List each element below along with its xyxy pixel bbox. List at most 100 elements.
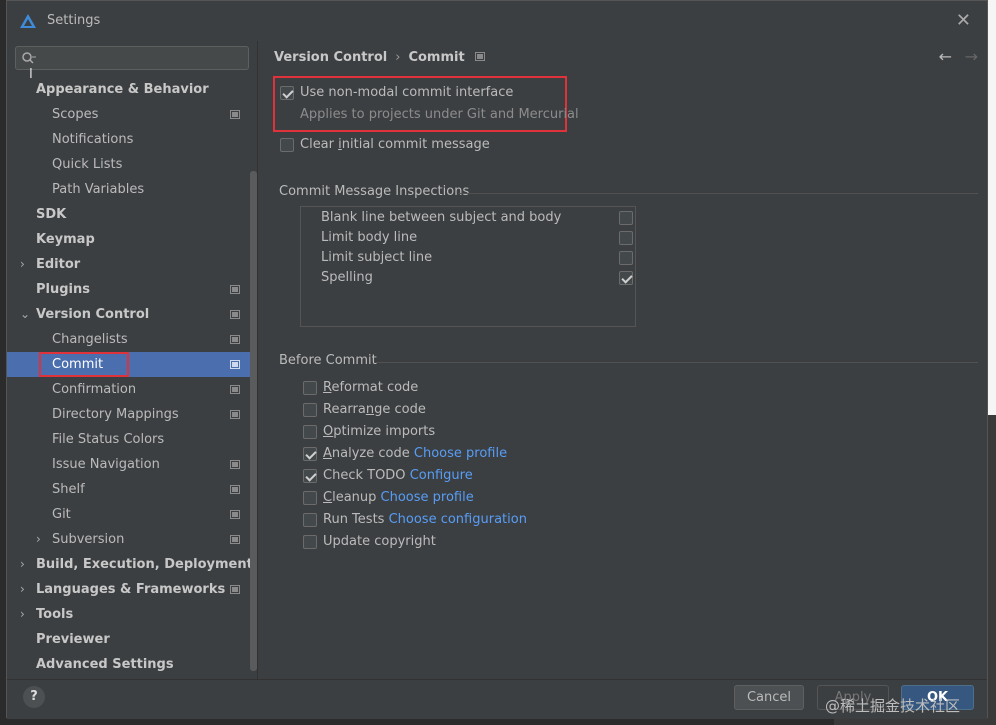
sidebar-item-keymap[interactable]: Keymap: [7, 227, 257, 252]
breadcrumb-parent[interactable]: Version Control: [274, 50, 387, 65]
inspection-row[interactable]: Blank line between subject and body: [321, 208, 633, 228]
chevron-right-icon[interactable]: ›: [20, 552, 25, 577]
inspection-label: Spelling: [321, 270, 373, 285]
sidebar-item-plugins[interactable]: Plugins: [7, 277, 257, 302]
help-button[interactable]: ?: [23, 686, 45, 708]
inspection-label: Blank line between subject and body: [321, 210, 562, 225]
sidebar-item-tools[interactable]: › Tools: [7, 602, 257, 627]
close-icon[interactable]: ✕: [956, 10, 971, 31]
sidebar-item-label: Editor: [36, 257, 81, 272]
configure-link[interactable]: Choose profile: [414, 446, 507, 461]
sidebar-item-appearance-behavior[interactable]: Appearance & Behavior: [7, 77, 257, 102]
sidebar-item-label: Confirmation: [52, 382, 137, 397]
inspection-row[interactable]: Limit body line: [321, 228, 633, 248]
sidebar-item-shelf[interactable]: Shelf: [7, 477, 257, 502]
project-scope-icon: [230, 335, 240, 344]
sidebar-item-label: Directory Mappings: [52, 407, 179, 422]
before-commit-checkbox[interactable]: [303, 425, 317, 439]
inspection-row[interactable]: Limit subject line: [321, 248, 633, 268]
project-scope-icon: [474, 52, 485, 61]
inspection-checkbox[interactable]: [619, 231, 633, 245]
project-scope-icon: [230, 410, 240, 419]
clear-initial-message-label: Clear initial commit message: [300, 137, 490, 152]
sidebar-scrollbar[interactable]: [250, 171, 257, 671]
configure-link[interactable]: Choose configuration: [389, 512, 527, 527]
before-commit-checkbox[interactable]: [303, 535, 317, 549]
project-scope-icon: [230, 485, 240, 494]
project-scope-icon: [230, 385, 240, 394]
sidebar-item-label: Scopes: [52, 107, 99, 122]
title-bar: Settings ✕: [7, 1, 987, 41]
before-commit-label: Rearrange code: [323, 402, 426, 417]
before-commit-checkbox[interactable]: [303, 469, 317, 483]
sidebar-item-notifications[interactable]: Notifications: [7, 127, 257, 152]
before-commit-checkbox[interactable]: [303, 513, 317, 527]
sidebar-item-git[interactable]: Git: [7, 502, 257, 527]
inspection-checkbox[interactable]: [619, 251, 633, 265]
search-icon: [22, 52, 36, 64]
sidebar-item-subversion[interactable]: › Subversion: [7, 527, 257, 552]
sidebar-item-label: Path Variables: [52, 182, 145, 197]
before-commit-label: Reformat code: [323, 380, 419, 395]
settings-content: Version Control › Commit ← → Use non-modal…: [258, 41, 988, 679]
before-commit-checkbox[interactable]: [303, 381, 317, 395]
sidebar-item-version-control[interactable]: ⌄ Version Control: [7, 302, 257, 327]
chevron-right-icon[interactable]: ›: [20, 602, 25, 627]
project-scope-icon: [230, 285, 240, 294]
before-commit-label: Run Tests Choose configuration: [323, 512, 527, 527]
chevron-right-icon[interactable]: ›: [20, 252, 25, 277]
sidebar-item-path-variables[interactable]: Path Variables: [7, 177, 257, 202]
before-commit-checkbox[interactable]: [303, 403, 317, 417]
sidebar-item-changelists[interactable]: Changelists: [7, 327, 257, 352]
chevron-down-icon[interactable]: ⌄: [20, 302, 30, 327]
sidebar-item-build-execution-deployment[interactable]: › Build, Execution, Deployment: [7, 552, 257, 577]
sidebar-item-quick-lists[interactable]: Quick Lists: [7, 152, 257, 177]
sidebar-item-issue-navigation[interactable]: Issue Navigation: [7, 452, 257, 477]
sidebar-item-label: Quick Lists: [52, 157, 123, 172]
sidebar-item-scopes[interactable]: Scopes: [7, 102, 257, 127]
sidebar-item-file-status-colors[interactable]: File Status Colors: [7, 427, 257, 452]
search-input[interactable]: [15, 46, 249, 70]
project-scope-icon: [230, 110, 240, 119]
inspection-checkbox[interactable]: [619, 271, 633, 285]
before-commit-checkbox[interactable]: [303, 447, 317, 461]
sidebar-item-label: Changelists: [52, 332, 128, 347]
watermark: @稀土掘金技术社区: [825, 697, 961, 715]
settings-dialog: Settings ✕ I Appearance & Behavior Scopes…: [6, 0, 988, 719]
back-arrow-icon[interactable]: ←: [939, 47, 952, 66]
highlight-box: [39, 352, 129, 377]
non-modal-commit-hint: Applies to projects under Git and Mercur…: [300, 107, 579, 122]
chevron-right-icon[interactable]: ›: [36, 527, 41, 552]
clear-initial-message-checkbox[interactable]: [280, 138, 294, 152]
sidebar-item-sdk[interactable]: SDK: [7, 202, 257, 227]
sidebar-item-languages-frameworks[interactable]: › Languages & Frameworks: [7, 577, 257, 602]
project-scope-icon: [230, 510, 240, 519]
section-divider: [458, 193, 978, 194]
section-divider: [376, 362, 978, 363]
before-commit-label: Optimize imports: [323, 424, 436, 439]
chevron-right-icon[interactable]: ›: [20, 577, 25, 602]
inspection-row[interactable]: Spelling: [321, 268, 633, 288]
sidebar-item-label: Shelf: [52, 482, 85, 497]
sidebar-item-commit[interactable]: Commit: [7, 352, 257, 377]
non-modal-commit-checkbox[interactable]: [280, 86, 294, 100]
sidebar-item-label: Subversion: [52, 532, 125, 547]
sidebar-item-confirmation[interactable]: Confirmation: [7, 377, 257, 402]
sidebar-item-editor[interactable]: › Editor: [7, 252, 257, 277]
inspection-checkbox[interactable]: [619, 211, 633, 225]
before-commit-label: Check TODO Configure: [323, 468, 473, 483]
non-modal-commit-label: Use non-modal commit interface: [300, 85, 514, 100]
sidebar-item-directory-mappings[interactable]: Directory Mappings: [7, 402, 257, 427]
cancel-button[interactable]: Cancel: [734, 685, 804, 710]
sidebar-item-label: Tools: [36, 607, 74, 622]
configure-link[interactable]: Configure: [410, 468, 473, 483]
settings-tree: Appearance & Behavior Scopes Notifications…: [7, 77, 257, 677]
sidebar-item-label: File Status Colors: [52, 432, 165, 447]
configure-link[interactable]: Choose profile: [381, 490, 474, 505]
window-title: Settings: [47, 13, 101, 28]
sidebar-item-previewer[interactable]: Previewer: [7, 627, 257, 652]
sidebar-item-advanced-settings[interactable]: Advanced Settings: [7, 652, 257, 677]
before-commit-checkbox[interactable]: [303, 491, 317, 505]
breadcrumb: Version Control › Commit: [274, 50, 485, 65]
sidebar-item-label: Appearance & Behavior: [36, 82, 209, 97]
